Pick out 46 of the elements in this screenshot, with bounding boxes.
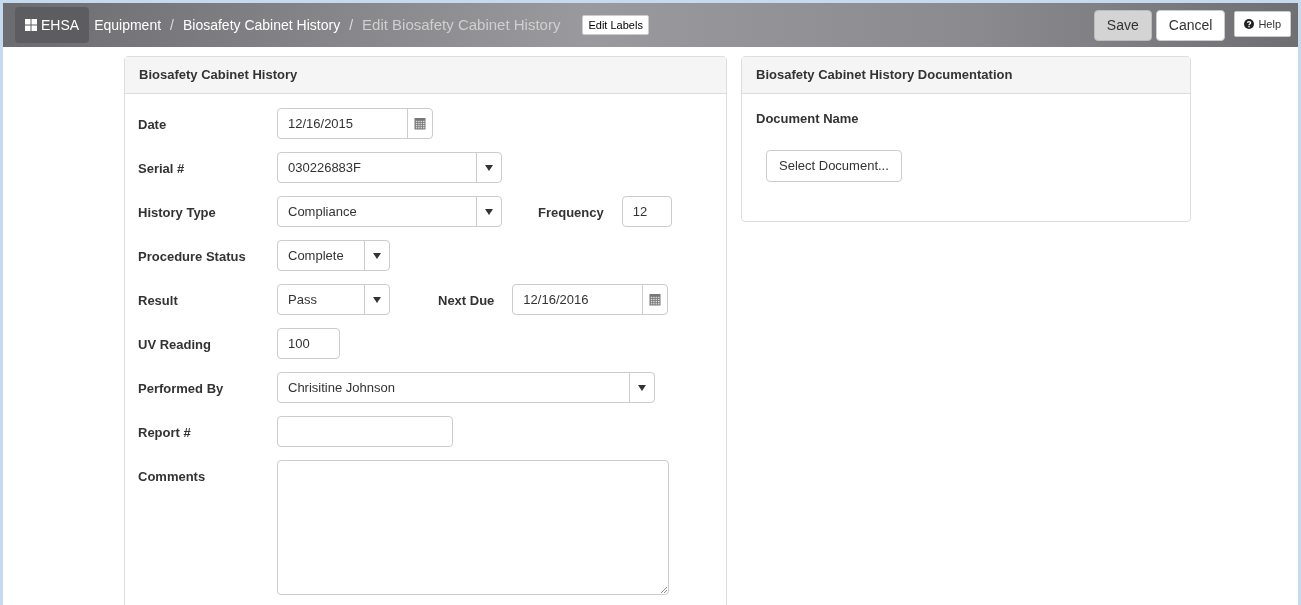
caret-icon [373, 296, 381, 303]
calendar-icon [414, 117, 426, 130]
field-label: Procedure Status [138, 248, 247, 266]
select-field[interactable]: Pass [277, 284, 390, 315]
panel-title: Biosafety Cabinet History [125, 57, 726, 94]
field-label: Next Due [438, 292, 495, 310]
cancel-button[interactable]: Cancel [1155, 9, 1226, 41]
breadcrumb-link[interactable]: Equipment [94, 14, 162, 36]
breadcrumb-link[interactable]: Biosafety Cabinet History [182, 14, 341, 36]
help-icon [1244, 19, 1255, 29]
field-label: History Type [138, 204, 217, 222]
column-heading: Document Name [756, 110, 860, 128]
select-document-button[interactable]: Select Document... [766, 149, 902, 182]
save-button[interactable]: Save [1093, 9, 1152, 41]
field-label: Serial # [138, 160, 186, 178]
panel-title: Biosafety Cabinet History Documentation [742, 57, 1190, 94]
caret-icon [638, 384, 646, 391]
field-label: Comments [138, 468, 207, 486]
field-label: Performed By [138, 380, 225, 398]
resize-grip-icon[interactable] [660, 586, 667, 593]
date-field[interactable]: 12/16/2016 [512, 284, 669, 315]
select-field[interactable]: 030226883F [277, 152, 502, 183]
select-field[interactable]: Compliance [277, 196, 502, 227]
input-field[interactable]: 100 [277, 328, 340, 359]
field-label: Date [138, 116, 168, 134]
field-label: Frequency [538, 204, 604, 222]
field-label: Result [138, 292, 179, 310]
calendar-icon [649, 293, 662, 306]
caret-icon [485, 164, 493, 171]
input-field[interactable] [277, 416, 453, 447]
brand-button[interactable]: EHSA [15, 7, 90, 43]
breadcrumb-separator: / [169, 15, 175, 35]
caret-icon [485, 208, 493, 215]
comments-field[interactable] [277, 460, 669, 595]
input-field[interactable]: 12 [621, 196, 672, 227]
select-field[interactable]: Complete [277, 240, 390, 271]
breadcrumb-current: Edit Biosafety Cabinet History [362, 14, 561, 35]
select-field[interactable]: Chrisitine Johnson [277, 372, 655, 403]
breadcrumb-separator: / [348, 15, 355, 35]
caret-icon [373, 252, 381, 259]
date-field[interactable]: 12/16/2015 [277, 108, 433, 139]
field-label: UV Reading [138, 336, 212, 354]
field-label: Report # [138, 424, 192, 442]
help-button[interactable]: Help [1234, 11, 1291, 37]
grid-icon [25, 19, 37, 31]
edit-labels-button[interactable]: Edit Labels [582, 15, 649, 35]
